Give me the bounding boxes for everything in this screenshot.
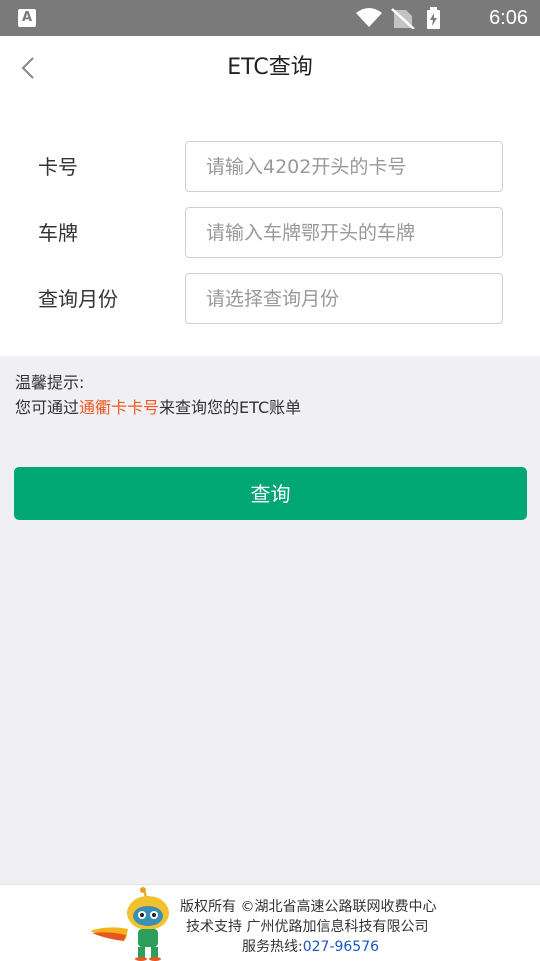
month-label: 查询月份 <box>38 287 118 311</box>
page-title: ETC查询 <box>227 55 313 80</box>
tips-section: 温馨提示: 您可通过通衢卡卡号来查询您的ETC账单 <box>15 370 301 420</box>
status-icons <box>356 7 440 29</box>
no-sim-icon <box>391 8 415 29</box>
battery-charging-icon <box>427 7 440 29</box>
footer-info: 版权所有 ©湖北省高速公路联网收费中心 技术支持 广州优路加信息科技有限公司 服… <box>180 897 436 957</box>
status-time: 6:06 <box>489 7 528 29</box>
card-number-row: 卡号 <box>0 141 540 193</box>
hotline-label: 服务热线: <box>242 939 303 955</box>
status-bar: A 6:06 <box>0 0 540 36</box>
plate-label: 车牌 <box>38 221 78 245</box>
app-header: ETC查询 <box>0 36 540 100</box>
card-number-label: 卡号 <box>38 155 78 179</box>
mascot-logo <box>90 887 169 961</box>
plate-input[interactable] <box>185 207 503 258</box>
wifi-icon <box>356 8 382 27</box>
plate-row: 车牌 <box>0 207 540 259</box>
tips-heading: 温馨提示: <box>15 373 85 392</box>
query-form: 卡号 车牌 查询月份 <box>0 100 540 356</box>
query-button[interactable]: 查询 <box>14 467 527 520</box>
card-number-input[interactable] <box>185 141 503 192</box>
copyright-text: 版权所有 ©湖北省高速公路联网收费中心 <box>180 899 437 915</box>
text-input-indicator-icon: A <box>18 9 36 27</box>
tips-suffix: 来查询您的ETC账单 <box>159 398 302 417</box>
tips-text: 您可通过通衢卡卡号来查询您的ETC账单 <box>15 395 301 420</box>
hotline-number[interactable]: 027-96576 <box>303 939 379 955</box>
month-row: 查询月份 <box>0 273 540 325</box>
footer: 版权所有 ©湖北省高速公路联网收费中心 技术支持 广州优路加信息科技有限公司 服… <box>0 884 540 961</box>
hotline-line: 服务热线:027-96576 <box>180 937 436 957</box>
card-number-link[interactable]: 通衢卡卡号 <box>79 398 159 417</box>
tips-prefix: 您可通过 <box>15 398 80 417</box>
month-select[interactable] <box>185 273 503 324</box>
support-text: 技术支持 广州优路加信息科技有限公司 <box>186 919 429 935</box>
